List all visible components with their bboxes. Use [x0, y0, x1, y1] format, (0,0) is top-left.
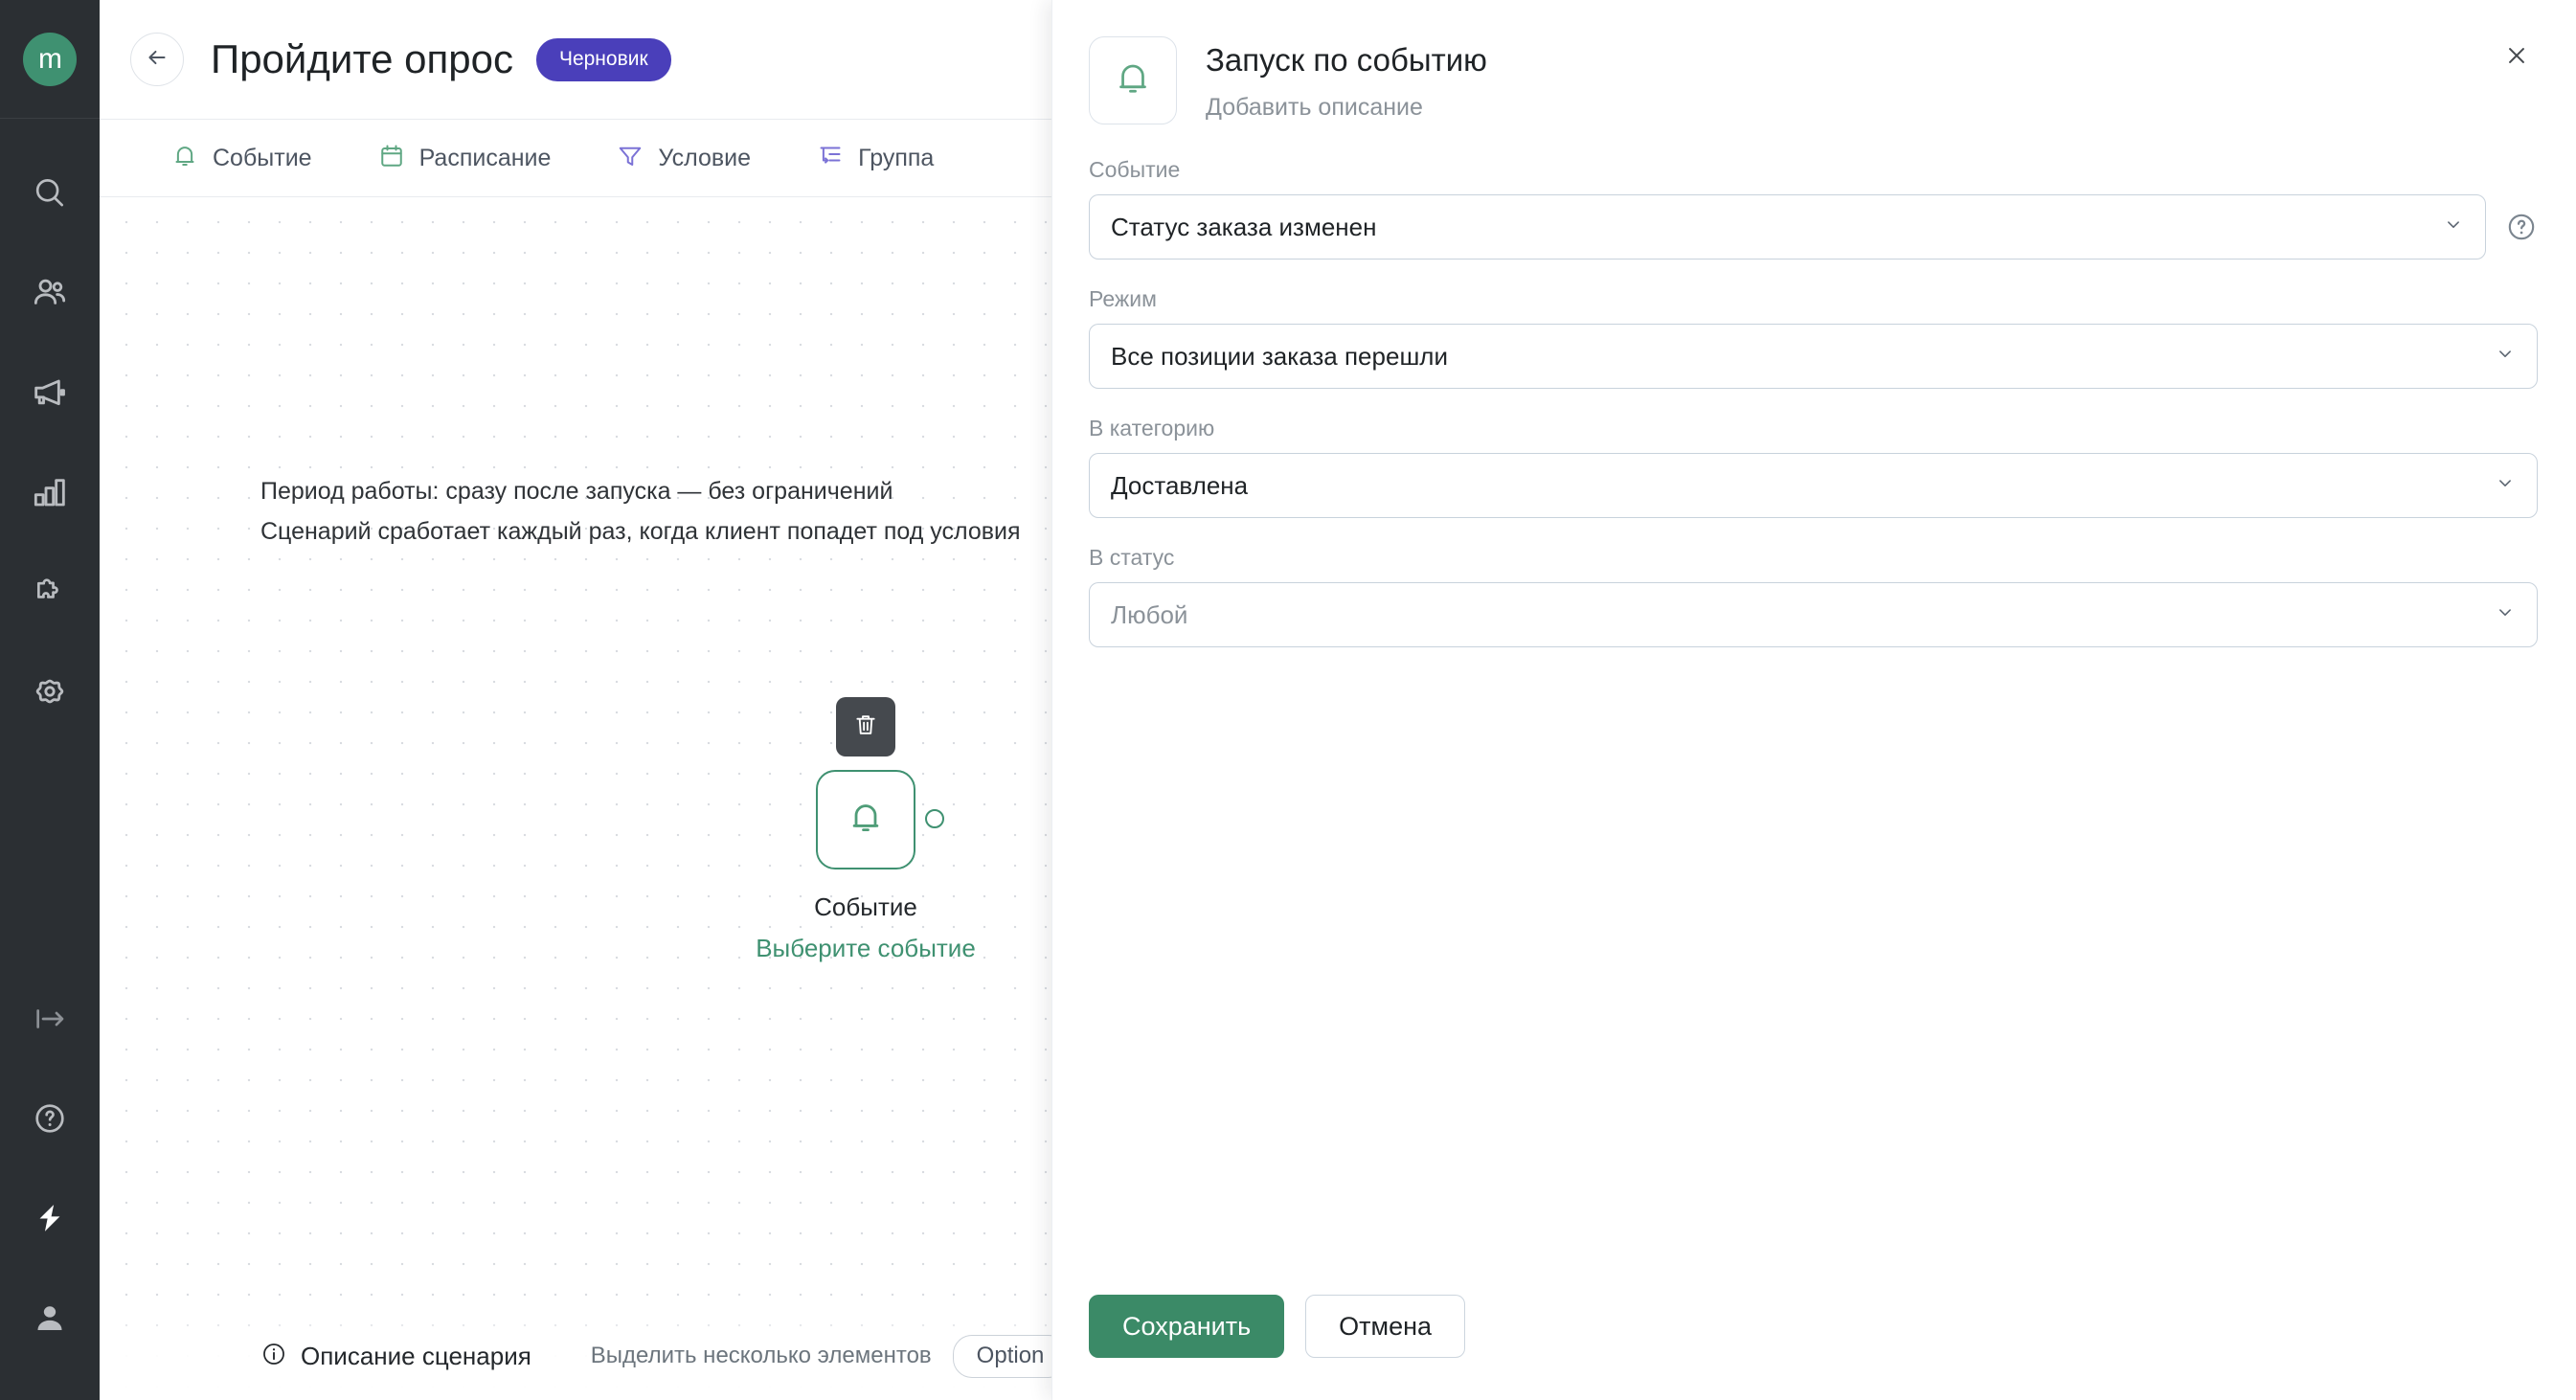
sidebar-item-updates[interactable]: [0, 1168, 100, 1268]
puzzle-icon: [31, 573, 69, 611]
tab-label: Группа: [858, 144, 935, 171]
category-select-value: Доставлена: [1111, 470, 1249, 500]
back-button[interactable]: [130, 33, 184, 86]
close-icon: [2504, 43, 2529, 73]
app-root: m Пройдите опрос Черновик Событие Распис…: [0, 0, 2576, 1400]
tab-schedule[interactable]: Расписание: [345, 120, 584, 196]
field-label: Режим: [1089, 286, 1157, 311]
node-box[interactable]: [816, 770, 915, 869]
arrow-left-icon: [145, 45, 169, 75]
tab-group[interactable]: Группа: [783, 120, 966, 196]
status-select[interactable]: Любой: [1089, 582, 2538, 647]
field-row: Доставлена: [1089, 453, 2538, 518]
chevron-down-icon: [2495, 471, 2516, 501]
scenario-description-button[interactable]: Описание сценария: [260, 1341, 531, 1372]
canvas-note-line-2: Сценарий сработает каждый раз, когда кли…: [260, 518, 1021, 545]
question-circle-icon: [32, 1100, 68, 1137]
event-settings-panel: Запуск по событию Добавить описание Собы…: [1051, 0, 2576, 1400]
tab-label: Условие: [658, 144, 752, 171]
panel-footer: Сохранить Отмена: [1052, 1295, 2576, 1400]
page-title: Пройдите опрос: [211, 36, 513, 81]
sidebar-item-integrations[interactable]: [0, 542, 100, 642]
info-circle-icon: [260, 1341, 287, 1372]
sidebar-item-settings[interactable]: [0, 642, 100, 741]
field-row: Все позиции заказа перешли: [1089, 324, 2538, 389]
panel-add-description[interactable]: Добавить описание: [1206, 94, 1487, 122]
multiselect-hint: Выделить несколько элементов: [590, 1343, 932, 1368]
bell-icon: [1112, 57, 1154, 104]
field-status: В статус Любой: [1089, 545, 2538, 647]
field-label: Событие: [1089, 157, 1181, 182]
megaphone-icon: [31, 373, 69, 412]
field-label: В статус: [1089, 545, 1175, 570]
sidebar-item-collapse[interactable]: [0, 969, 100, 1069]
sidebar-nav-top: [0, 144, 100, 741]
panel-close-button[interactable]: [2496, 36, 2538, 79]
field-row: Любой: [1089, 582, 2538, 647]
status-select-value: Любой: [1111, 599, 1188, 629]
canvas-period-note: Период работы: сразу после запуска — без…: [260, 471, 1021, 552]
search-icon: [32, 175, 68, 212]
scenario-description-label: Описание сценария: [301, 1341, 531, 1370]
canvas-note-line-1: Период работы: сразу после запуска — без…: [260, 478, 893, 505]
event-select-value: Статус заказа изменен: [1111, 212, 1377, 241]
node-box-wrapper: [816, 770, 944, 869]
sidebar-item-search[interactable]: [0, 144, 100, 243]
sidebar-item-campaigns[interactable]: [0, 343, 100, 442]
bell-icon: [170, 142, 199, 175]
tab-condition[interactable]: Условие: [583, 120, 783, 196]
filter-icon: [616, 142, 644, 175]
status-badge[interactable]: Черновик: [535, 37, 671, 81]
field-label: В категорию: [1089, 416, 1215, 440]
app-logo[interactable]: m: [0, 0, 100, 119]
logo-mark: m: [23, 32, 77, 86]
mode-select[interactable]: Все позиции заказа перешли: [1089, 324, 2538, 389]
group-branch-icon: [816, 142, 845, 175]
panel-header: Запуск по событию Добавить описание: [1052, 0, 2576, 124]
category-select[interactable]: Доставлена: [1089, 453, 2538, 518]
collapse-arrow-icon: [32, 1001, 68, 1037]
gear-icon: [31, 672, 69, 711]
user-avatar-icon: [32, 1299, 68, 1336]
field-mode: Режим Все позиции заказа перешли: [1089, 286, 2538, 389]
help-circle-icon[interactable]: [2505, 211, 2538, 243]
event-select[interactable]: Статус заказа изменен: [1089, 194, 2486, 260]
bar-chart-icon: [31, 473, 69, 511]
cancel-button[interactable]: Отмена: [1305, 1295, 1466, 1358]
tab-event[interactable]: Событие: [138, 120, 345, 196]
sidebar-item-clients[interactable]: [0, 243, 100, 343]
node-output-port[interactable]: [925, 809, 944, 828]
panel-header-text: Запуск по событию Добавить описание: [1206, 36, 1487, 122]
sidebar-item-help[interactable]: [0, 1069, 100, 1168]
node-title: Событие: [814, 892, 917, 921]
tab-label: Расписание: [418, 144, 552, 171]
node-action-link[interactable]: Выберите событие: [756, 934, 976, 963]
chevron-down-icon: [2443, 213, 2464, 242]
field-category: В категорию Доставлена: [1089, 416, 2538, 518]
users-icon: [31, 274, 69, 312]
panel-icon-box: [1089, 36, 1177, 124]
sidebar-nav-bottom: [0, 969, 100, 1400]
field-event: Событие Статус заказа изменен: [1089, 157, 2538, 260]
trash-icon: [852, 711, 879, 743]
panel-form: Событие Статус заказа изменен Режим Все …: [1052, 124, 2576, 1295]
panel-title: Запуск по событию: [1206, 42, 1487, 78]
field-row: Статус заказа изменен: [1089, 194, 2538, 260]
sidebar-item-account[interactable]: [0, 1268, 100, 1367]
tab-label: Событие: [213, 144, 312, 171]
main-sidebar: m: [0, 0, 100, 1400]
lightning-icon: [32, 1200, 68, 1236]
chevron-down-icon: [2495, 600, 2516, 630]
node-delete-button[interactable]: [836, 697, 895, 756]
save-button[interactable]: Сохранить: [1089, 1295, 1285, 1358]
sidebar-item-analytics[interactable]: [0, 442, 100, 542]
canvas-node-event[interactable]: Событие Выберите событие: [693, 697, 1038, 963]
chevron-down-icon: [2495, 342, 2516, 372]
calendar-icon: [377, 142, 406, 175]
mode-select-value: Все позиции заказа перешли: [1111, 341, 1448, 371]
bell-icon: [846, 798, 886, 843]
